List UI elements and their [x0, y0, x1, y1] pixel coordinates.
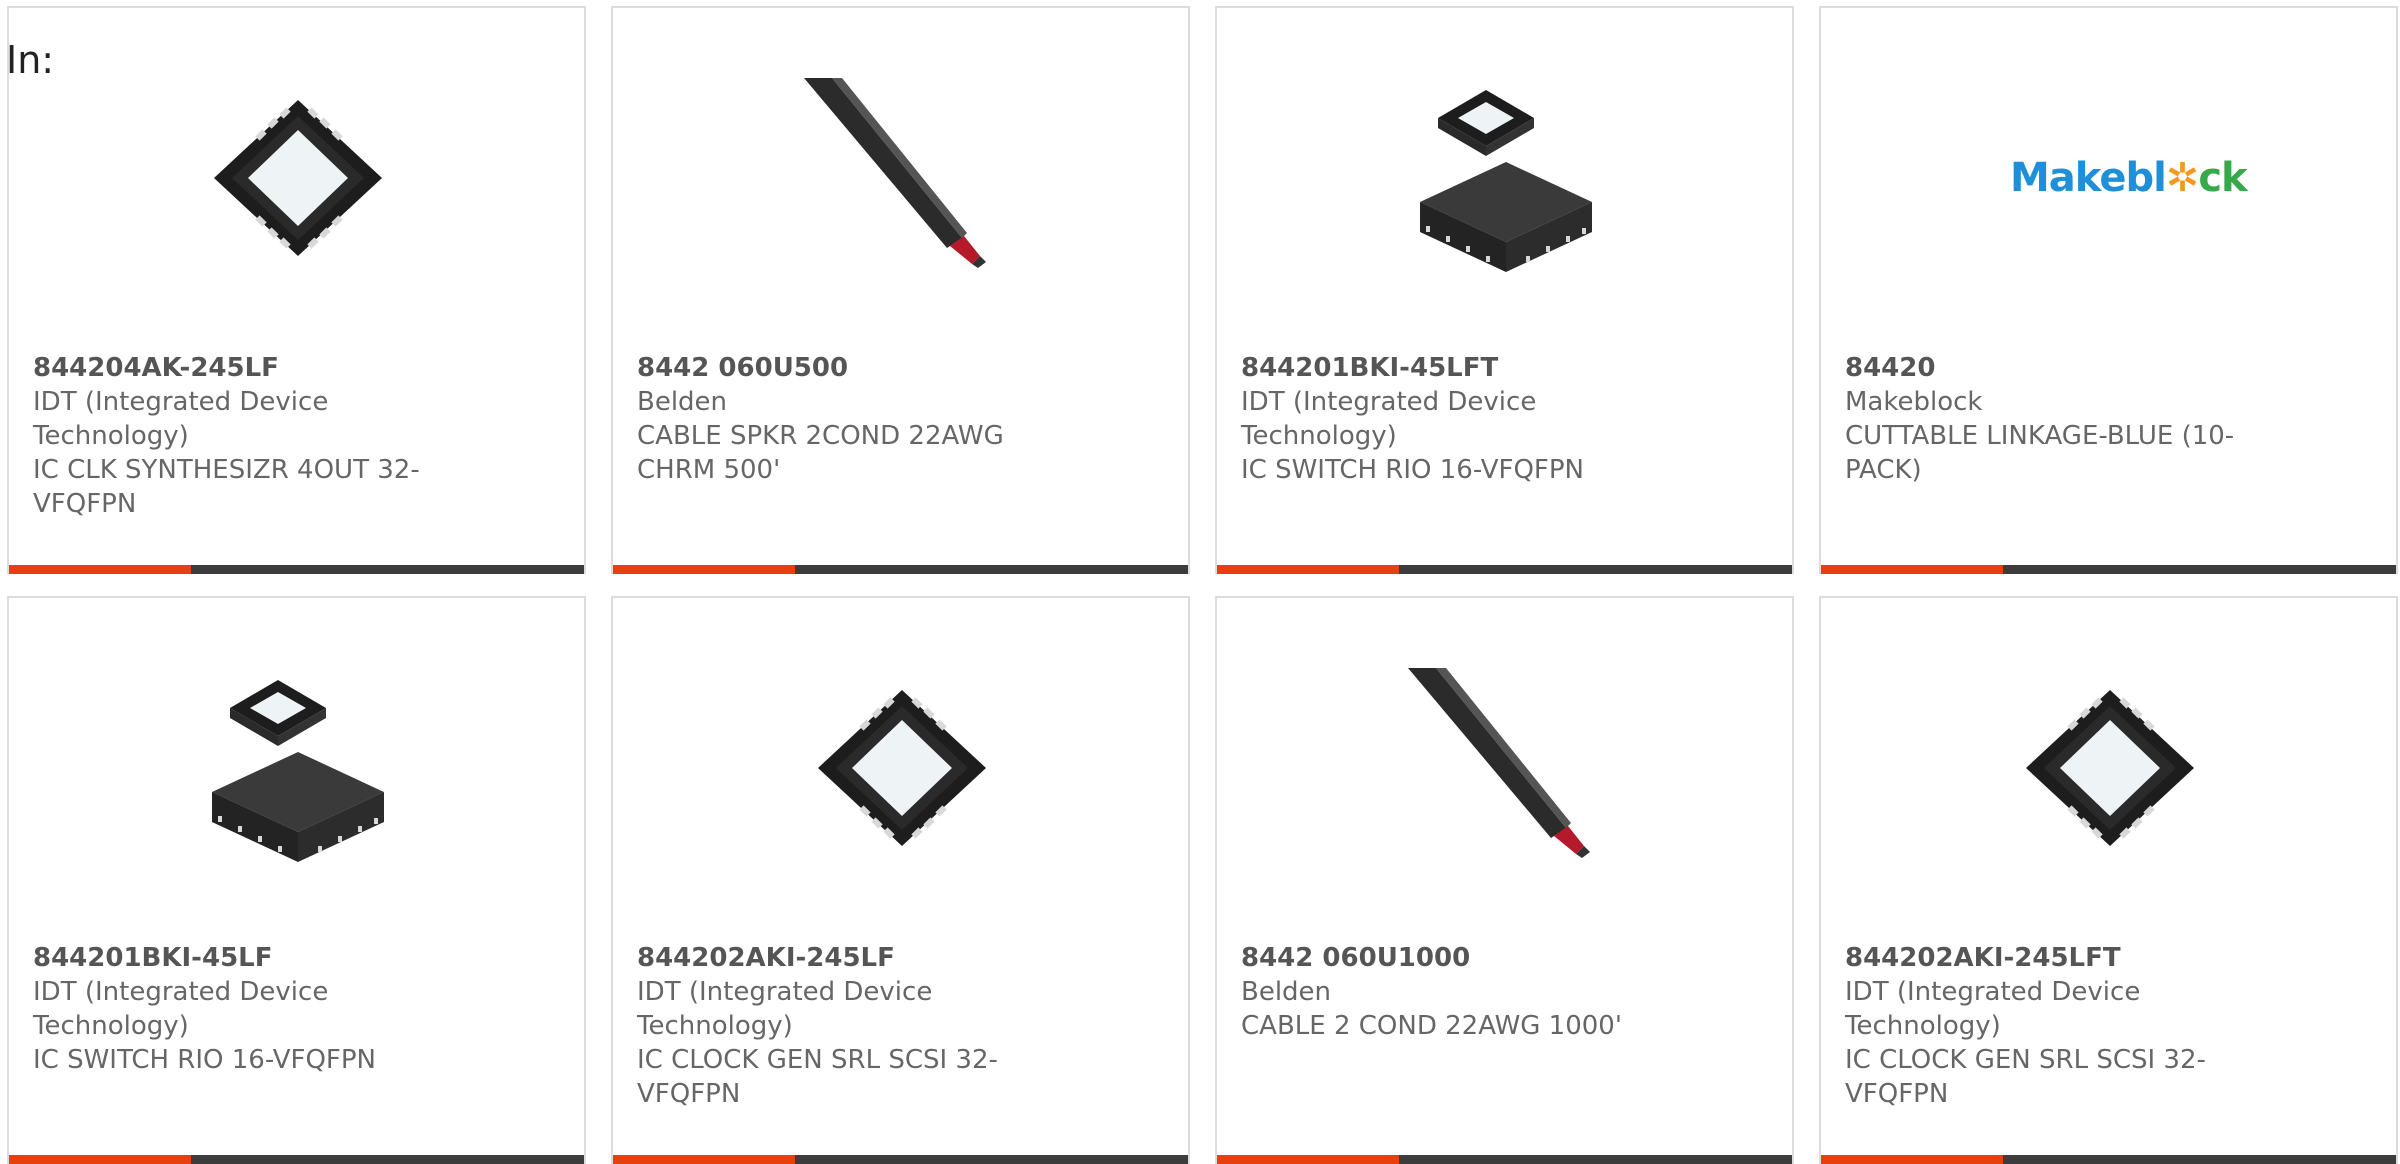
card-bar-accent	[9, 565, 191, 574]
product-image[interactable]	[2010, 668, 2210, 868]
qfn-chip-stack-icon	[212, 680, 384, 862]
part-number[interactable]: 844202AKI-245LF	[637, 941, 1057, 975]
cable-icon	[1408, 668, 1590, 858]
manufacturer: Belden	[637, 387, 728, 417]
description: CABLE SPKR 2COND 22AWG CHRM 500'	[637, 421, 1004, 485]
part-number[interactable]: 8442 060U500	[637, 351, 1057, 385]
card-bar-accent	[1217, 1155, 1399, 1164]
card-bar	[1217, 1155, 1792, 1164]
product-image[interactable]: Makebl✲ck	[2010, 78, 2248, 278]
product-card[interactable]: 844201BKI-45LFT IDT (Integrated Device T…	[1215, 6, 1794, 574]
card-bar-accent	[1217, 565, 1399, 574]
makeblock-logo-icon: Makebl✲ck	[2010, 155, 2248, 201]
cable-icon	[804, 78, 986, 268]
card-bar-accent	[9, 1155, 191, 1164]
card-bar	[1821, 565, 2396, 574]
product-image[interactable]	[802, 78, 1002, 278]
product-image[interactable]	[198, 78, 398, 278]
product-image[interactable]	[802, 668, 1002, 868]
description: CABLE 2 COND 22AWG 1000'	[1241, 1011, 1622, 1041]
manufacturer: IDT (Integrated Device Technology)	[33, 977, 329, 1041]
description: IC SWITCH RIO 16-VFQFPN	[1241, 455, 1584, 485]
card-bar-accent	[1821, 1155, 2003, 1164]
manufacturer: IDT (Integrated Device Technology)	[33, 387, 329, 451]
part-number[interactable]: 844202AKI-245LFT	[1845, 941, 2265, 975]
qfn-chip-icon	[214, 100, 382, 256]
part-number[interactable]: 844201BKI-45LF	[33, 941, 453, 975]
card-bar	[1821, 1155, 2396, 1164]
qfn-chip-icon	[2026, 690, 2194, 846]
card-bar	[9, 1155, 584, 1164]
manufacturer: IDT (Integrated Device Technology)	[1845, 977, 2141, 1041]
qfn-chip-icon	[818, 690, 986, 846]
card-bar	[613, 565, 1188, 574]
description: CUTTABLE LINKAGE-BLUE (10-PACK)	[1845, 421, 2235, 485]
manufacturer: Makeblock	[1845, 387, 1983, 417]
card-bar	[1217, 565, 1792, 574]
product-card[interactable]: 844202AKI-245LFT IDT (Integrated Device …	[1819, 596, 2398, 1164]
card-bar	[9, 565, 584, 574]
manufacturer: Belden	[1241, 977, 1332, 1007]
product-card[interactable]: 8442 060U500 Belden CABLE SPKR 2COND 22A…	[611, 6, 1190, 574]
card-bar-accent	[1821, 565, 2003, 574]
part-number[interactable]: 84420	[1845, 351, 2265, 385]
part-number[interactable]: 8442 060U1000	[1241, 941, 1661, 975]
product-card[interactable]: 844204AK-245LF IDT (Integrated Device Te…	[7, 6, 586, 574]
product-image[interactable]	[198, 668, 398, 868]
card-bar-accent	[613, 1155, 795, 1164]
card-bar	[613, 1155, 1188, 1164]
product-card[interactable]: 844201BKI-45LF IDT (Integrated Device Te…	[7, 596, 586, 1164]
description: IC SWITCH RIO 16-VFQFPN	[33, 1045, 376, 1075]
product-card[interactable]: 8442 060U1000 Belden CABLE 2 COND 22AWG …	[1215, 596, 1794, 1164]
card-bar-accent	[613, 565, 795, 574]
part-number[interactable]: 844204AK-245LF	[33, 351, 453, 385]
product-card[interactable]: 844202AKI-245LF IDT (Integrated Device T…	[611, 596, 1190, 1164]
part-number[interactable]: 844201BKI-45LFT	[1241, 351, 1661, 385]
manufacturer: IDT (Integrated Device Technology)	[1241, 387, 1537, 451]
qfn-chip-stack-icon	[1420, 90, 1592, 272]
manufacturer: IDT (Integrated Device Technology)	[637, 977, 933, 1041]
in-label: In:	[6, 38, 55, 82]
product-image[interactable]	[1406, 668, 1606, 868]
product-image[interactable]	[1406, 78, 1606, 278]
description: IC CLOCK GEN SRL SCSI 32-VFQFPN	[637, 1045, 998, 1109]
product-card[interactable]: Makebl✲ck 84420 Makeblock CUTTABLE LINKA…	[1819, 6, 2398, 574]
description: IC CLK SYNTHESIZR 4OUT 32-VFQFPN	[33, 455, 420, 519]
description: IC CLOCK GEN SRL SCSI 32-VFQFPN	[1845, 1045, 2206, 1109]
